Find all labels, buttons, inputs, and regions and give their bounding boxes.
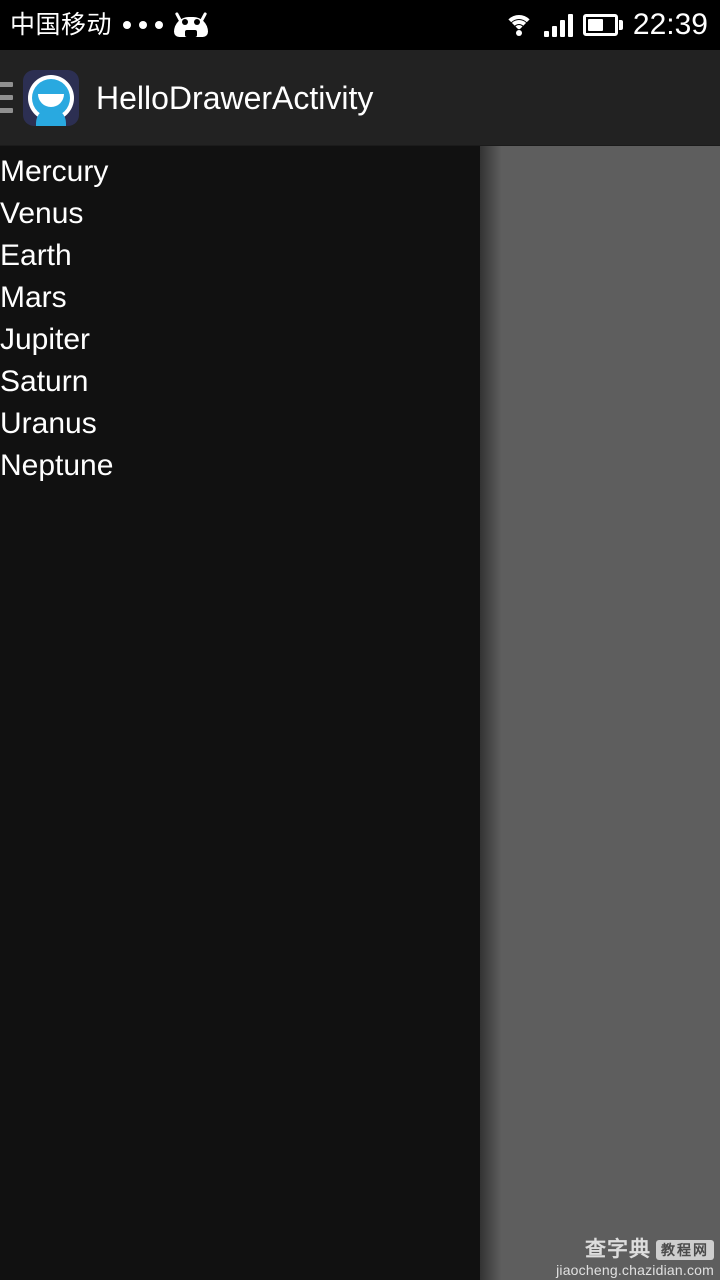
android-robot-icon [174, 11, 209, 37]
list-item[interactable]: Neptune [0, 445, 480, 487]
navigation-drawer: Mercury Venus Earth Mars Jupiter Saturn … [0, 146, 480, 1280]
status-bar: 中国移动 22:39 [0, 0, 720, 50]
status-bar-right: 22:39 [503, 8, 720, 41]
watermark-title: 查字典 [585, 1238, 651, 1261]
list-item[interactable]: Earth [0, 235, 480, 277]
more-dots-icon [123, 21, 164, 29]
action-bar: HelloDrawerActivity [0, 50, 720, 146]
dot-1 [123, 21, 132, 29]
list-item[interactable]: Venus [0, 193, 480, 235]
wifi-dot [515, 30, 522, 36]
cell-signal-icon [543, 13, 573, 37]
hamburger-line-3 [0, 108, 13, 113]
wifi-icon [503, 13, 534, 37]
list-item[interactable]: Jupiter [0, 319, 480, 361]
status-bar-clock: 22:39 [632, 8, 708, 41]
signal-bar-4 [567, 14, 573, 37]
list-item[interactable]: Saturn [0, 361, 480, 403]
list-item[interactable]: Mercury [0, 151, 480, 193]
android-eye-left [182, 19, 189, 25]
dot-2 [139, 21, 148, 29]
hamburger-menu-icon[interactable] [0, 50, 13, 146]
android-mouth [185, 30, 198, 37]
site-watermark: 查字典 教程网 jiaocheng.chazidian.com [556, 1239, 714, 1278]
app-avatar-icon[interactable] [23, 69, 79, 126]
signal-bar-1 [543, 31, 549, 37]
battery-nub [619, 20, 623, 30]
android-screen: 中国移动 22:39 HelloDrawerActivity Mercury V… [0, 0, 720, 1280]
battery-icon [582, 14, 623, 36]
signal-bar-2 [551, 26, 557, 37]
drawer-list: Mercury Venus Earth Mars Jupiter Saturn … [0, 146, 480, 487]
list-item[interactable]: Uranus [0, 403, 480, 445]
watermark-badge: 教程网 [656, 1240, 714, 1260]
hamburger-line-1 [0, 82, 13, 87]
android-eye-right [194, 19, 201, 25]
page-title: HelloDrawerActivity [96, 79, 374, 116]
watermark-row: 查字典 教程网 [556, 1239, 714, 1261]
dot-3 [155, 21, 164, 29]
battery-fill [587, 19, 603, 31]
signal-bar-3 [559, 20, 565, 37]
status-bar-left: 中国移动 [0, 10, 209, 39]
watermark-url: jiaocheng.chazidian.com [556, 1262, 714, 1278]
carrier-label: 中国移动 [10, 10, 113, 39]
hamburger-line-2 [0, 95, 13, 100]
battery-shell [582, 14, 619, 36]
list-item[interactable]: Mars [0, 277, 480, 319]
